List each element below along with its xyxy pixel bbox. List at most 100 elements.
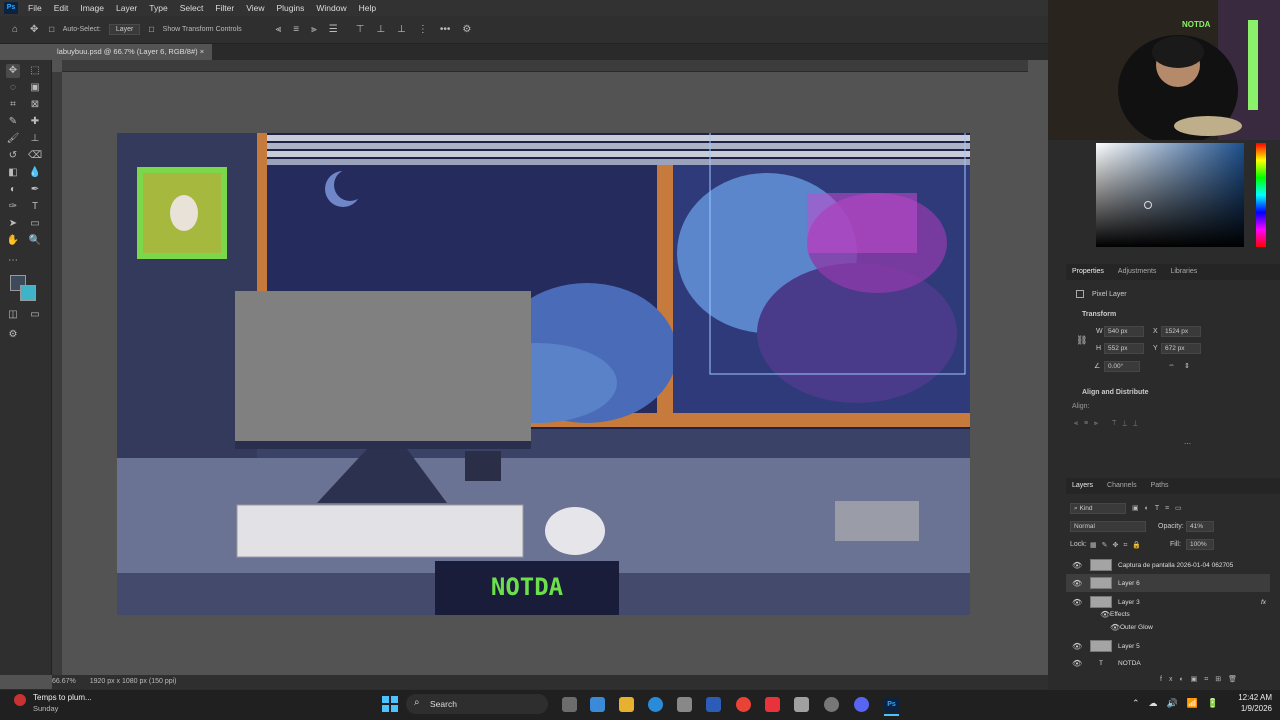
weather-title[interactable]: Temps to plum... — [33, 693, 92, 702]
frame-tool-icon[interactable]: ⊠ — [28, 98, 42, 112]
align-buttons[interactable]: ⫷≡⫸ ⊤⊥⊥ — [1074, 420, 1144, 428]
visibility-eye-icon[interactable]: 👁 — [1072, 659, 1082, 668]
tab-channels[interactable]: Channels — [1107, 479, 1137, 493]
color-picker-cursor[interactable] — [1144, 201, 1152, 209]
lasso-tool-icon[interactable]: ◌ — [6, 81, 20, 95]
healing-brush-tool-icon[interactable]: ✚ — [28, 115, 42, 129]
edit-toolbar-icon[interactable]: ⋯ — [6, 254, 20, 268]
clock-date[interactable]: 1/9/2026 — [1228, 704, 1272, 713]
crop-tool-icon[interactable]: ⌗ — [6, 98, 20, 112]
auto-select-dropdown[interactable]: Layer — [108, 24, 141, 35]
capture-app-icon[interactable] — [794, 697, 809, 712]
pen-tool-alt-icon[interactable]: ✑ — [6, 200, 20, 214]
layer-action-icons[interactable]: fx◐▣⌗⊞🗑 — [1160, 675, 1244, 684]
move-tool-icon[interactable]: ✥ — [6, 64, 20, 78]
task-view-icon[interactable] — [562, 697, 577, 712]
visibility-eye-icon[interactable]: 👁 — [1110, 623, 1120, 632]
align-right-icon[interactable]: ⫸ — [311, 24, 317, 35]
menu-filter[interactable]: Filter — [209, 0, 240, 16]
width-field[interactable]: 540 px — [1104, 326, 1144, 337]
visibility-eye-icon[interactable]: 👁 — [1072, 642, 1082, 651]
home-icon[interactable]: ⌂ — [12, 24, 18, 35]
align-left-icon[interactable]: ⫷ — [276, 24, 282, 35]
flip-horizontal-icon[interactable]: ⇔ — [1168, 362, 1175, 369]
visibility-eye-icon[interactable]: 👁 — [1072, 598, 1082, 607]
align-center-icon[interactable]: ≡ — [293, 24, 299, 35]
y-field[interactable]: 672 px — [1161, 343, 1201, 354]
tab-paths[interactable]: Paths — [1151, 479, 1169, 493]
document-canvas[interactable]: NOTDA — [117, 133, 970, 615]
color-picker-field[interactable] — [1096, 143, 1244, 247]
distribute-vertical-icon[interactable]: ⋮ — [418, 24, 428, 35]
layer-row[interactable]: 👁 Layer 5 — [1066, 637, 1270, 655]
menu-layer[interactable]: Layer — [110, 0, 143, 16]
search-box[interactable]: ⌕ Search — [406, 694, 548, 714]
menu-window[interactable]: Window — [310, 0, 352, 16]
align-bottom-icon[interactable]: ⊥ — [397, 24, 406, 35]
clock-time[interactable]: 12:42 AM — [1228, 693, 1272, 702]
windows-start-icon[interactable] — [382, 696, 398, 712]
edge-icon[interactable] — [648, 697, 663, 712]
x-field[interactable]: 1524 px — [1161, 326, 1201, 337]
dodge-tool-icon[interactable]: ◐ — [6, 183, 20, 197]
visibility-eye-icon[interactable]: 👁 — [1072, 579, 1082, 588]
eyedropper-tool-icon[interactable]: ✎ — [6, 115, 20, 129]
visibility-eye-icon[interactable]: 👁 — [1100, 610, 1110, 619]
zoom-tool-icon[interactable]: 🔍 — [28, 234, 42, 248]
layer-row-selected[interactable]: 👁 Layer 6 — [1066, 574, 1270, 592]
layer-filter-dropdown[interactable]: ⌕ Kind — [1070, 503, 1126, 514]
tab-properties[interactable]: Properties — [1072, 265, 1104, 279]
zoom-level[interactable]: 66.67% — [52, 678, 76, 685]
close-tab-icon[interactable]: × — [200, 47, 204, 56]
align-top-icon[interactable]: ⊤ — [356, 24, 365, 35]
menu-edit[interactable]: Edit — [48, 0, 75, 16]
marquee-tool-icon[interactable]: ⬚ — [28, 64, 42, 78]
quick-mask-icon[interactable]: ◫ — [6, 308, 20, 322]
object-select-tool-icon[interactable]: ▣ — [28, 81, 42, 95]
settings-gear-icon[interactable]: ⚙ — [462, 24, 471, 35]
discord-icon[interactable] — [854, 697, 869, 712]
hand-tool-icon[interactable]: ✋ — [6, 234, 20, 248]
chrome-icon[interactable] — [736, 697, 751, 712]
music-app-icon[interactable] — [765, 697, 780, 712]
align-more-icon[interactable]: ⋯ — [1184, 440, 1191, 448]
distribute-icon[interactable]: ☰ — [329, 24, 338, 35]
gradient-tool-icon[interactable]: ◧ — [6, 166, 20, 180]
path-select-tool-icon[interactable]: ➤ — [6, 217, 20, 231]
layer-row[interactable]: 👁 Captura de pantalla 2026-01-04 062705 — [1066, 556, 1270, 574]
menu-select[interactable]: Select — [174, 0, 210, 16]
more-options-icon[interactable]: ••• — [440, 24, 451, 35]
visibility-eye-icon[interactable]: 👁 — [1072, 561, 1082, 570]
menu-image[interactable]: Image — [74, 0, 110, 16]
clone-stamp-tool-icon[interactable]: ⊥ — [28, 132, 42, 146]
type-tool-icon[interactable]: T — [28, 200, 42, 214]
pen-tool-icon[interactable]: ✒ — [28, 183, 42, 197]
eraser-tool-icon[interactable]: ⌫ — [28, 149, 42, 163]
document-tab[interactable]: labuybuu.psd @ 66.7% (Layer 6, RGB/8#) × — [52, 44, 212, 60]
shape-tool-icon[interactable]: ▭ — [28, 217, 42, 231]
obs-icon[interactable] — [824, 697, 839, 712]
menu-file[interactable]: File — [22, 0, 48, 16]
opacity-field[interactable]: 41% — [1186, 521, 1214, 532]
tab-libraries[interactable]: Libraries — [1170, 265, 1197, 279]
menu-help[interactable]: Help — [353, 0, 382, 16]
lock-icons[interactable]: ▦✎✥⌗🔒 — [1090, 541, 1146, 550]
store-icon[interactable] — [677, 697, 692, 712]
background-color-swatch[interactable] — [20, 285, 36, 301]
menu-type[interactable]: Type — [143, 0, 173, 16]
hue-slider[interactable] — [1256, 143, 1266, 247]
angle-field[interactable]: 0.00° — [1104, 361, 1140, 372]
menu-view[interactable]: View — [240, 0, 270, 16]
weather-icon[interactable] — [14, 694, 26, 706]
system-tray-icons[interactable]: ⌃☁🔊📶🔋 — [1132, 698, 1227, 709]
effects-row[interactable]: 👁 Effects — [1066, 607, 1270, 621]
brush-tool-icon[interactable]: 🖌 — [6, 132, 20, 146]
outlook-icon[interactable] — [706, 697, 721, 712]
frame-generative-icon[interactable]: ⚙ — [6, 328, 20, 342]
photoshop-logo-icon[interactable]: Ps — [4, 2, 18, 14]
link-dimensions-icon[interactable]: ⛓ — [1076, 335, 1087, 346]
fx-icon[interactable]: fx — [1261, 599, 1266, 606]
menu-plugins[interactable]: Plugins — [270, 0, 310, 16]
outer-glow-row[interactable]: 👁 Outer Glow — [1066, 620, 1270, 634]
align-middle-icon[interactable]: ⊥ — [376, 24, 385, 35]
